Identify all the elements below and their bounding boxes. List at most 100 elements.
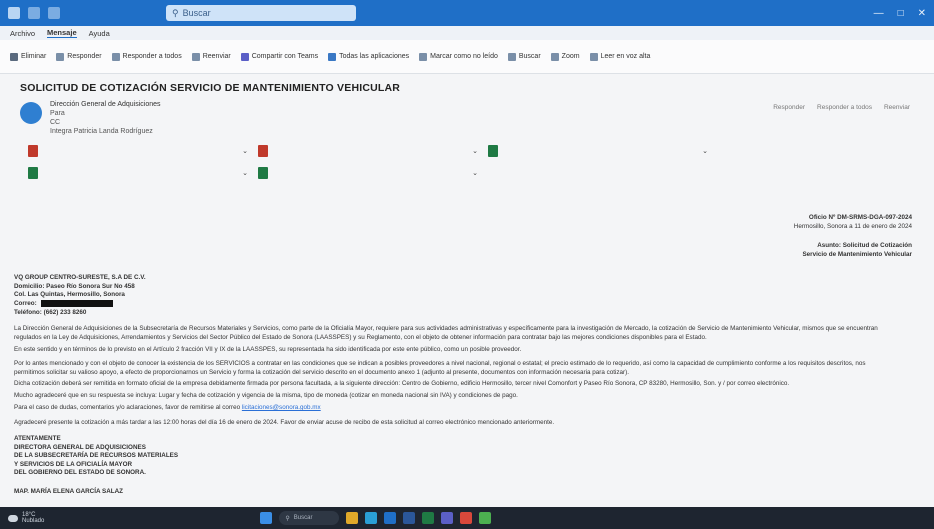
email-actions: Responder Responder a todos Reenviar xyxy=(773,104,910,111)
weather-widget[interactable]: 18°C Nublado xyxy=(8,512,44,525)
zoom-icon xyxy=(550,52,559,61)
signature-line4: DEL GOBIERNO DEL ESTADO DE SONORA. xyxy=(14,469,146,477)
chevron-down-icon[interactable]: ⌄ xyxy=(472,147,478,155)
pdf-icon xyxy=(28,145,38,157)
explorer-icon[interactable] xyxy=(346,512,359,524)
signature-name: MAP. MARÍA ELENA GARCÍA SALAZ xyxy=(14,488,124,495)
reply-button[interactable]: Responder xyxy=(56,52,102,61)
taskbar: 18°C Nublado ⚲ Buscar xyxy=(0,507,934,529)
chevron-down-icon[interactable]: ⌄ xyxy=(242,147,248,155)
asunto-block: Asunto: Solicitud de Cotización Servicio… xyxy=(802,242,912,259)
paragraph-3: Por lo antes mencionado y con el objeto … xyxy=(14,360,866,376)
reply-all-button[interactable]: Responder a todos xyxy=(111,52,182,61)
signature-block: ATENTAMENTE DIRECTORA GENERAL DE ADQUISI… xyxy=(14,435,178,478)
maximize-icon[interactable]: □ xyxy=(898,8,904,19)
signature-line2: DE LA SUBSECRETARÍA DE RECURSOS MATERIAL… xyxy=(14,452,179,460)
menu-archivo[interactable]: Archivo xyxy=(10,29,35,38)
minimize-icon[interactable]: — xyxy=(874,8,884,19)
paragraph-6: Para el caso de dudas, comentarios y/o a… xyxy=(14,404,321,411)
attachment-item[interactable]: ⌄ xyxy=(488,142,708,160)
close-icon[interactable]: ✕ xyxy=(918,8,926,19)
search-box[interactable]: ⚲ Buscar xyxy=(166,5,356,21)
attachment-item[interactable]: ⌄ xyxy=(28,164,248,182)
search-icon: ⚲ xyxy=(285,515,290,522)
asunto-line2: Servicio de Mantenimiento Vehicular xyxy=(802,250,912,258)
addressee-telefono: Teléfono: (662) 233 8260 xyxy=(14,308,87,316)
cloud-icon xyxy=(8,514,18,522)
chevron-down-icon[interactable]: ⌄ xyxy=(472,169,478,177)
mark-unread-button[interactable]: Marcar como no leído xyxy=(419,52,498,61)
delete-button[interactable]: Eliminar xyxy=(10,52,46,61)
addressee-company: VQ GROUP CENTRO-SURESTE, S.A DE C.V. xyxy=(14,274,146,281)
trash-icon xyxy=(10,52,18,61)
zoom-button[interactable]: Zoom xyxy=(550,52,580,61)
taskbar-apps: ⚲ Buscar xyxy=(260,511,492,525)
chevron-down-icon[interactable]: ⌄ xyxy=(702,147,708,155)
weather-desc: Nublado xyxy=(22,518,45,524)
attachment-item[interactable]: ⌄ xyxy=(258,142,478,160)
outlook-icon[interactable] xyxy=(384,512,397,524)
avatar[interactable] xyxy=(20,102,42,124)
speaker-icon xyxy=(589,52,598,61)
chrome-icon[interactable] xyxy=(460,512,473,524)
oficio-block: Oficio Nº DM-SRMS-DGA-097-2024 Hermosill… xyxy=(794,214,912,231)
addressee-colonia: Col. Las Quintas, Hermosillo, Sonora xyxy=(14,291,125,299)
apps-icon xyxy=(328,52,337,61)
paragraph-4: Dicha cotización deberá ser remitida en … xyxy=(14,380,790,387)
email-subject: SOLICITUD DE COTIZACIÓN SERVICIO DE MANT… xyxy=(20,82,401,94)
find-button[interactable]: Buscar xyxy=(507,52,541,61)
reply-icon xyxy=(56,52,65,61)
paragraph-5: Mucho agradeceré que en su respuesta se … xyxy=(14,392,518,399)
window-controls: — □ ✕ xyxy=(874,8,926,19)
menu-ayuda[interactable]: Ayuda xyxy=(89,29,110,38)
edge-icon[interactable] xyxy=(365,512,378,524)
reply-all-icon xyxy=(111,52,120,61)
taskbar-search[interactable]: ⚲ Buscar xyxy=(279,511,340,525)
asunto-line1: Asunto: Solicitud de Cotización xyxy=(817,242,912,249)
addressee-correo: Correo: xyxy=(14,299,146,309)
forward-button[interactable]: Reenviar xyxy=(191,52,231,61)
email-body: Oficio Nº DM-SRMS-DGA-097-2024 Hermosill… xyxy=(14,192,926,495)
chevron-down-icon[interactable]: ⌄ xyxy=(242,169,248,177)
signature-atte: ATENTAMENTE xyxy=(14,435,61,442)
undo-icon[interactable] xyxy=(48,7,60,19)
paragraph-1: La Dirección General de Adquisiciones de… xyxy=(14,325,878,341)
email-header: Dirección General de Adquisiciones Para … xyxy=(14,98,924,188)
sender-name[interactable]: Dirección General de Adquisiciones xyxy=(50,100,161,109)
attachment-item[interactable]: ⌄ xyxy=(28,142,248,160)
signature-line1: DIRECTORA GENERAL DE ADQUISICIONES xyxy=(14,443,146,451)
recipient-extra: Integra Patricia Landa Rodríguez xyxy=(50,128,153,135)
search-placeholder: Buscar xyxy=(182,8,211,18)
read-aloud-button[interactable]: Leer en voz alta xyxy=(589,52,650,61)
sender-info: Dirección General de Adquisiciones Para … xyxy=(50,100,161,136)
ribbon-toolbar: Eliminar Responder Responder a todos Ree… xyxy=(0,40,934,74)
attachment-item[interactable]: ⌄ xyxy=(258,164,478,182)
excel-icon xyxy=(258,167,268,179)
addressee-block: VQ GROUP CENTRO-SURESTE, S.A DE C.V. Dom… xyxy=(14,274,146,317)
outlook-icon xyxy=(8,7,20,19)
oficio-number: Oficio Nº DM-SRMS-DGA-097-2024 xyxy=(808,214,912,221)
search-icon: ⚲ xyxy=(172,7,179,18)
paragraph-2: En este sentido y en términos de lo prev… xyxy=(14,346,522,353)
excel-icon xyxy=(28,167,38,179)
windows-start-icon[interactable] xyxy=(260,512,273,524)
app-icon[interactable] xyxy=(479,512,492,524)
forward-action[interactable]: Reenviar xyxy=(884,104,910,111)
paragraph-7: Agradeceré presente la cotización a más … xyxy=(14,419,555,426)
reply-action[interactable]: Responder xyxy=(773,104,805,111)
menu-mensaje[interactable]: Mensaje xyxy=(47,28,77,38)
signature-line3: Y SERVICIOS DE LA OFICIALÍA MAYOR xyxy=(14,460,133,468)
recipient-to: Para xyxy=(50,110,65,117)
reply-all-action[interactable]: Responder a todos xyxy=(817,104,872,111)
save-icon[interactable] xyxy=(28,7,40,19)
all-apps-button[interactable]: Todas las aplicaciones xyxy=(328,52,409,61)
contact-email-link[interactable]: licitaciones@sonora.gob.mx xyxy=(242,404,321,411)
title-bar: ⚲ Buscar — □ ✕ xyxy=(0,0,934,26)
excel-icon xyxy=(488,145,498,157)
menu-bar: Archivo Mensaje Ayuda xyxy=(0,26,934,40)
redacted-email xyxy=(40,299,113,307)
word-icon[interactable] xyxy=(403,512,416,524)
excel-icon[interactable] xyxy=(422,512,435,524)
share-teams-button[interactable]: Compartir con Teams xyxy=(240,52,318,61)
teams-icon[interactable] xyxy=(441,512,454,524)
